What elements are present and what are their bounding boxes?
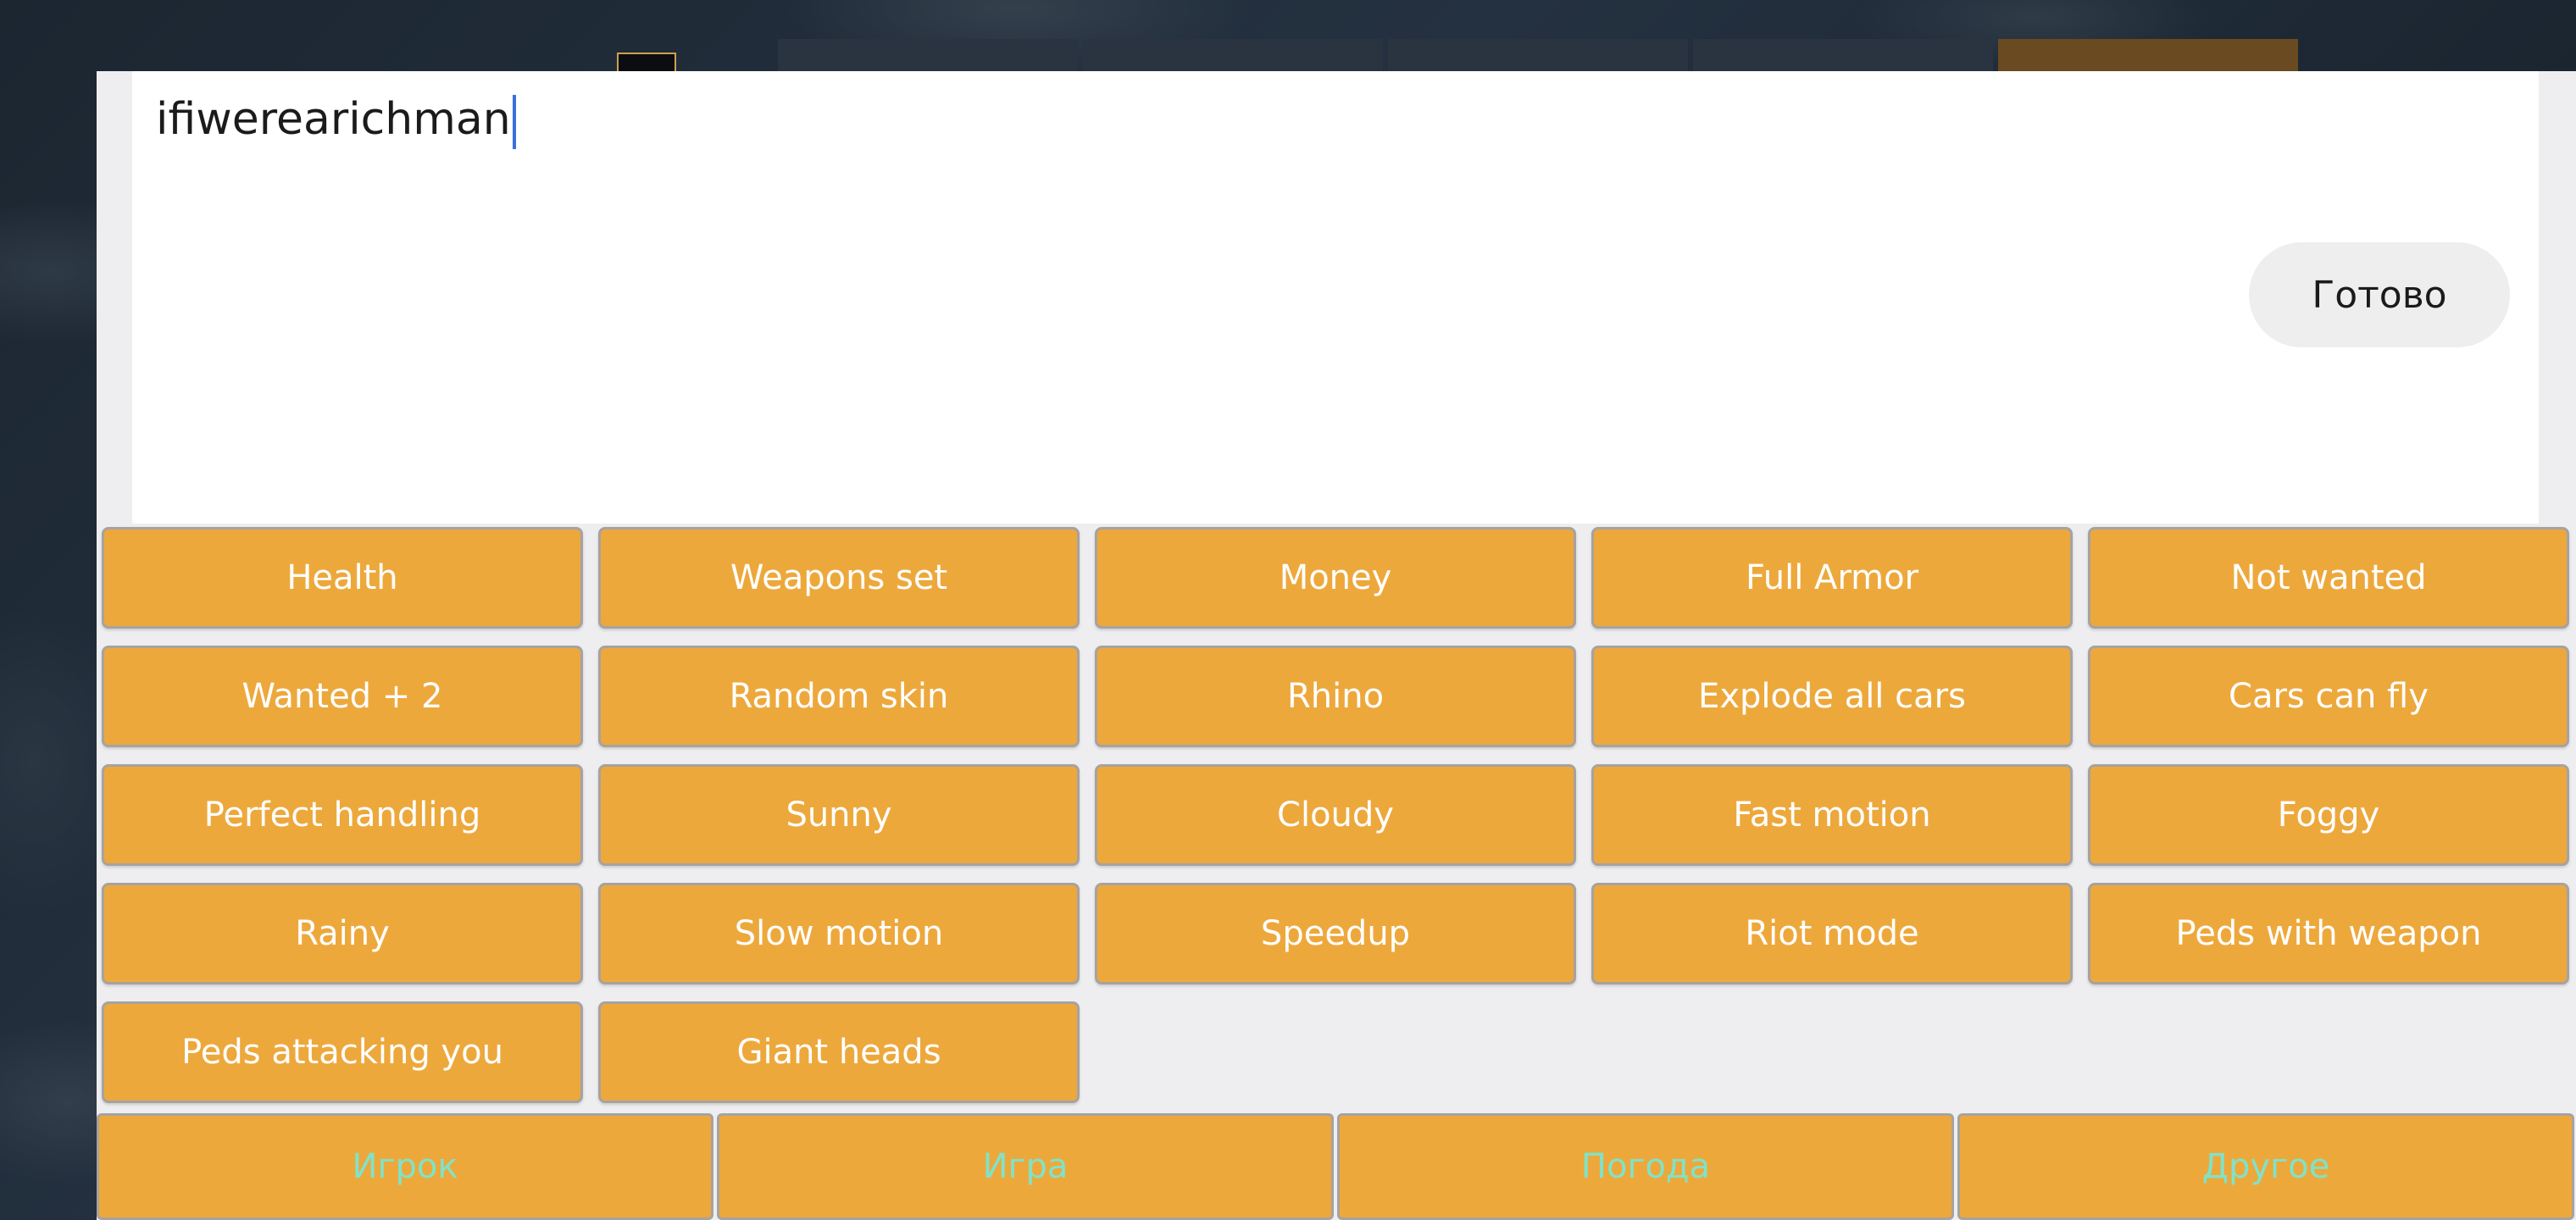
cheat-button-money[interactable]: Money [1095,527,1576,629]
cheat-button-foggy[interactable]: Foggy [2088,764,2569,866]
cheat-button-rainy[interactable]: Rainy [102,883,583,984]
background-menu-strip [778,39,1078,71]
tab-player[interactable]: Игрок [97,1113,713,1220]
cheat-button-sunny[interactable]: Sunny [598,764,1080,866]
cheat-button-giant-heads[interactable]: Giant heads [598,1001,1080,1103]
cheat-button-weapons-set[interactable]: Weapons set [598,527,1080,629]
cheat-button-cloudy[interactable]: Cloudy [1095,764,1576,866]
cheat-input[interactable]: ifiwerearichman [156,90,516,149]
cheat-button-peds-with-weapon[interactable]: Peds with weapon [2088,883,2569,984]
cheat-button-full-armor[interactable]: Full Armor [1591,527,2073,629]
text-input-area[interactable]: ifiwerearichman Готово [132,71,2539,524]
background-menu-strip-active [1998,39,2298,71]
tab-game[interactable]: Игра [717,1113,1334,1220]
cheat-button-grid: Health Weapons set Money Full Armor Not … [102,527,2569,1103]
category-tab-bar: Игрок Игра Погода Другое [97,1113,2576,1220]
cheat-button-speedup[interactable]: Speedup [1095,883,1576,984]
cheat-button-explode-all-cars[interactable]: Explode all cars [1591,646,2073,747]
cheat-button-riot-mode[interactable]: Riot mode [1591,883,2073,984]
tab-weather[interactable]: Погода [1337,1113,1954,1220]
background-menu-strip [1693,39,1993,71]
cheat-button-perfect-handling[interactable]: Perfect handling [102,764,583,866]
background-menu-strip [1388,39,1688,71]
cheat-button-rhino[interactable]: Rhino [1095,646,1576,747]
cheat-button-random-skin[interactable]: Random skin [598,646,1080,747]
tab-other[interactable]: Другое [1957,1113,2574,1220]
cheat-button-fast-motion[interactable]: Fast motion [1591,764,2073,866]
cheat-button-cars-can-fly[interactable]: Cars can fly [2088,646,2569,747]
cheat-button-slow-motion[interactable]: Slow motion [598,883,1080,984]
background-menu-strip [1083,39,1383,71]
done-button[interactable]: Готово [2249,242,2510,347]
cheat-button-peds-attacking-you[interactable]: Peds attacking you [102,1001,583,1103]
cheat-button-wanted-plus-2[interactable]: Wanted + 2 [102,646,583,747]
cheat-keyboard-panel: ifiwerearichman Готово Health Weapons se… [97,71,2576,1220]
cheat-button-health[interactable]: Health [102,527,583,629]
text-caret [512,95,516,149]
cheat-button-not-wanted[interactable]: Not wanted [2088,527,2569,629]
cheat-input-value: ifiwerearichman [156,94,511,145]
